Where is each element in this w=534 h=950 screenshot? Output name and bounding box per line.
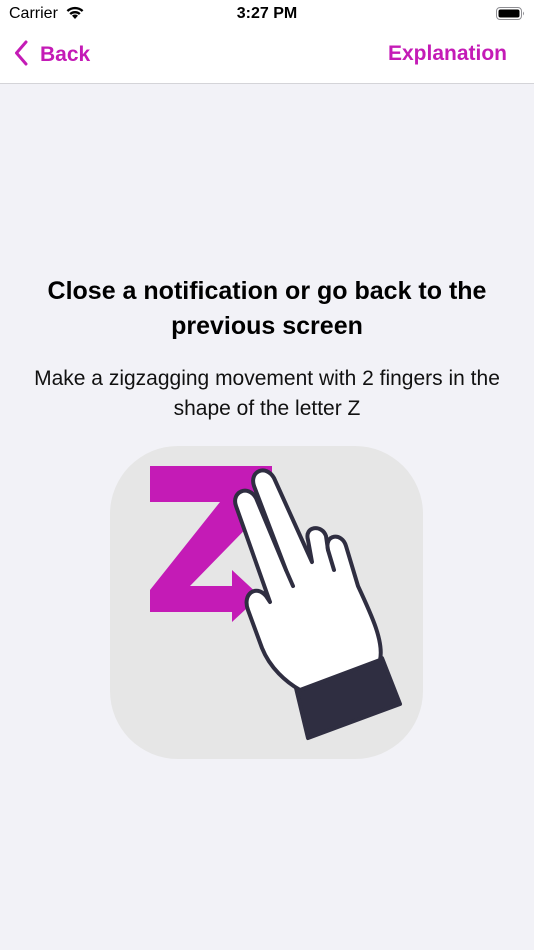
battery-icon — [496, 6, 526, 27]
navigation-bar: Back Explanation — [0, 30, 534, 84]
two-finger-z-gesture-icon — [110, 446, 423, 759]
status-bar: Carrier 3:27 PM — [0, 0, 534, 30]
chevron-left-icon — [14, 40, 28, 71]
back-label: Back — [40, 43, 91, 66]
status-time: 3:27 PM — [236, 5, 298, 22]
gesture-title: Close a notification or go back to the p… — [47, 277, 487, 340]
gesture-description: Make a zigzagging movement with 2 finger… — [34, 367, 500, 420]
explanation-button[interactable]: Explanation — [388, 42, 507, 66]
back-button[interactable]: Back — [14, 39, 90, 71]
